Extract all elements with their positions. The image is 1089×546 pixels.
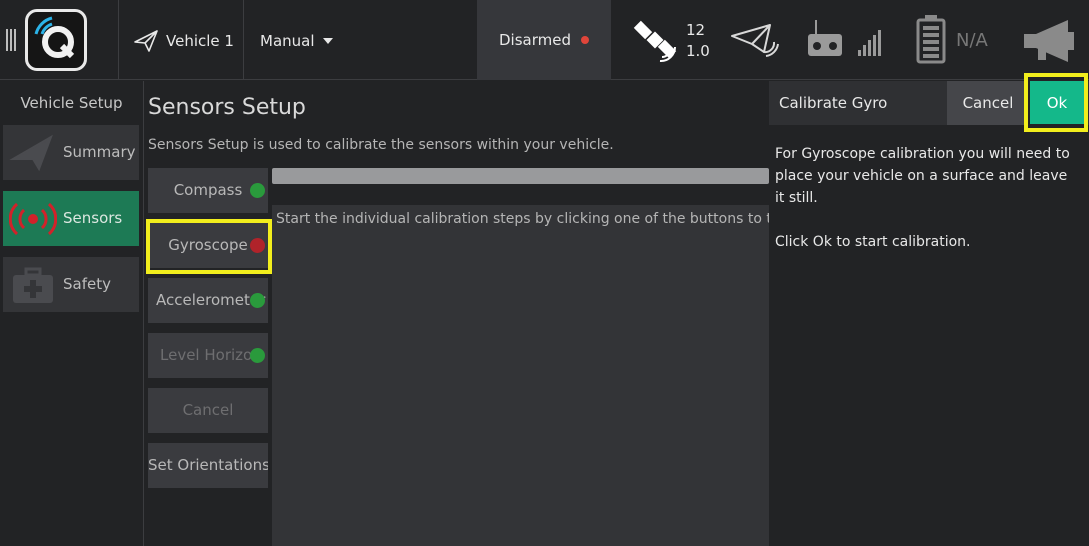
battery-icon[interactable] <box>916 14 946 64</box>
page-description: Sensors Setup is used to calibrate the s… <box>148 137 614 153</box>
radio-signal-icon <box>9 202 57 236</box>
calibration-status-text: Start the individual calibration steps b… <box>276 211 821 227</box>
dialog-body: For Gyroscope calibration you will need … <box>775 143 1081 275</box>
dialog-prompt: Click Ok to start calibration. <box>775 234 971 250</box>
chevron-down-icon <box>322 38 333 44</box>
calibration-status-dot <box>250 348 265 363</box>
calibration-status-dot <box>250 293 265 308</box>
armed-status-label: Disarmed <box>499 31 571 49</box>
toolbar-divider <box>243 0 244 80</box>
qgc-logo-icon[interactable] <box>25 9 87 71</box>
calibration-progress-bar <box>272 168 769 184</box>
cancel-button-label: Cancel <box>182 401 234 419</box>
gps-hdop: 1.0 <box>686 42 710 60</box>
satellite-icon[interactable] <box>632 17 684 63</box>
calibrate-gyro-dialog: Calibrate Gyro Cancel Ok For Gyroscope c… <box>769 73 1089 546</box>
first-aid-kit-icon <box>13 267 53 303</box>
calibration-status-area: Start the individual calibration steps b… <box>272 205 821 546</box>
rc-signal-icon[interactable] <box>806 18 884 60</box>
cancel-button[interactable]: Cancel <box>947 81 1029 125</box>
paper-plane-icon <box>9 134 53 172</box>
dialog-title: Calibrate Gyro <box>779 94 888 112</box>
cancel-calibration-button[interactable]: Cancel <box>148 388 268 433</box>
vehicle-label: Vehicle 1 <box>166 32 234 50</box>
ok-button-highlight: Ok <box>1024 73 1088 132</box>
arm-status-indicator[interactable]: Disarmed <box>477 0 611 80</box>
gps-readout: 12 1.0 <box>686 20 716 62</box>
level-horizon-button[interactable]: Level Horizon <box>148 333 268 378</box>
top-toolbar: Vehicle 1 Manual Disarmed 12 1.0 N/A <box>0 0 1089 80</box>
battery-status: N/A <box>956 30 988 51</box>
armed-status-dot <box>581 36 589 44</box>
sidebar-item-sensors[interactable]: Sensors <box>3 191 139 246</box>
sidebar-item-summary[interactable]: Summary <box>3 125 139 180</box>
megaphone-icon[interactable] <box>1022 18 1076 62</box>
dialog-instruction: For Gyroscope calibration you will need … <box>775 146 1070 206</box>
telemetry-icon[interactable] <box>730 22 780 58</box>
toolbar-divider <box>118 0 119 80</box>
set-orientations-button-label: Set Orientations <box>148 456 268 474</box>
paper-plane-icon <box>134 30 158 52</box>
cancel-button-label: Cancel <box>962 94 1014 112</box>
gyroscope-button[interactable]: Gyroscope <box>148 223 268 268</box>
flight-mode-label: Manual <box>260 32 315 50</box>
page-title: Sensors Setup <box>148 95 306 120</box>
flight-mode-dropdown[interactable]: Manual <box>260 28 333 54</box>
ok-button[interactable]: Ok <box>1030 81 1084 124</box>
set-orientations-button[interactable]: Set Orientations <box>148 443 268 488</box>
sidebar-item-label: Safety <box>63 275 111 293</box>
vehicle-setup-sidebar: Vehicle Setup Summary Sensors Safety <box>0 81 144 546</box>
vehicle-selector[interactable]: Vehicle 1 <box>134 28 234 54</box>
ok-button-label: Ok <box>1046 93 1068 112</box>
sidebar-item-safety[interactable]: Safety <box>3 257 139 312</box>
gps-satellite-count: 12 <box>686 21 706 39</box>
compass-button[interactable]: Compass <box>148 168 268 213</box>
sidebar-item-label: Sensors <box>63 209 123 227</box>
accelerometer-button[interactable]: Accelerometer <box>148 278 268 323</box>
sidebar-item-label: Summary <box>63 143 136 161</box>
calibration-status-dot <box>250 183 265 198</box>
sidebar-title: Vehicle Setup <box>20 94 123 112</box>
drag-handle-icon[interactable] <box>6 29 18 51</box>
calibration-status-dot <box>250 238 265 253</box>
